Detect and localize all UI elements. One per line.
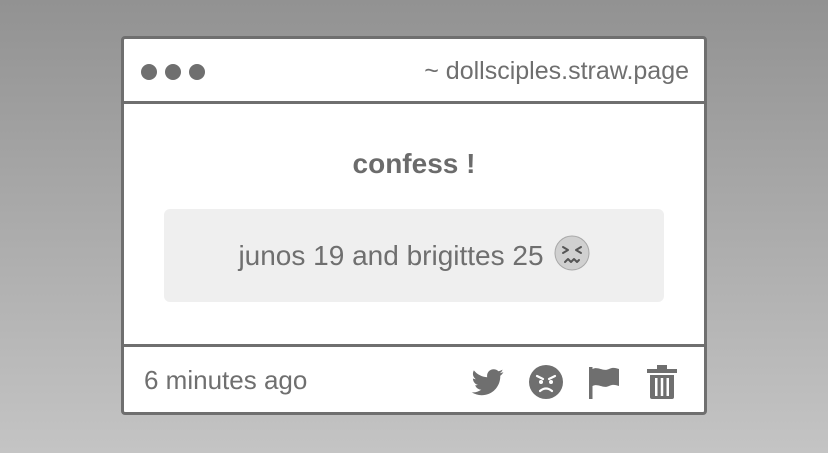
trash-icon[interactable] bbox=[644, 364, 680, 400]
angry-face-icon[interactable] bbox=[528, 364, 564, 400]
timestamp: 6 minutes ago bbox=[144, 365, 308, 395]
window-dot bbox=[165, 64, 181, 80]
window-titlebar: ~ dollsciples.straw.page bbox=[124, 39, 704, 104]
flag-icon[interactable] bbox=[586, 364, 622, 400]
message-box: junos 19 and brigittes 25 bbox=[164, 209, 664, 302]
confession-card: ~ dollsciples.straw.page confess ! junos… bbox=[121, 36, 707, 415]
card-footer: 6 minutes ago bbox=[124, 344, 704, 412]
twitter-icon[interactable] bbox=[470, 364, 506, 400]
window-dot bbox=[189, 64, 205, 80]
window-dot bbox=[141, 64, 157, 80]
page-url: ~ dollsciples.straw.page bbox=[424, 57, 689, 85]
message-text: junos 19 and brigittes 25 bbox=[238, 239, 544, 271]
action-bar bbox=[470, 364, 680, 400]
persevering-face-emoji bbox=[554, 235, 590, 271]
window-controls bbox=[141, 64, 205, 80]
page-title: confess ! bbox=[352, 148, 476, 179]
